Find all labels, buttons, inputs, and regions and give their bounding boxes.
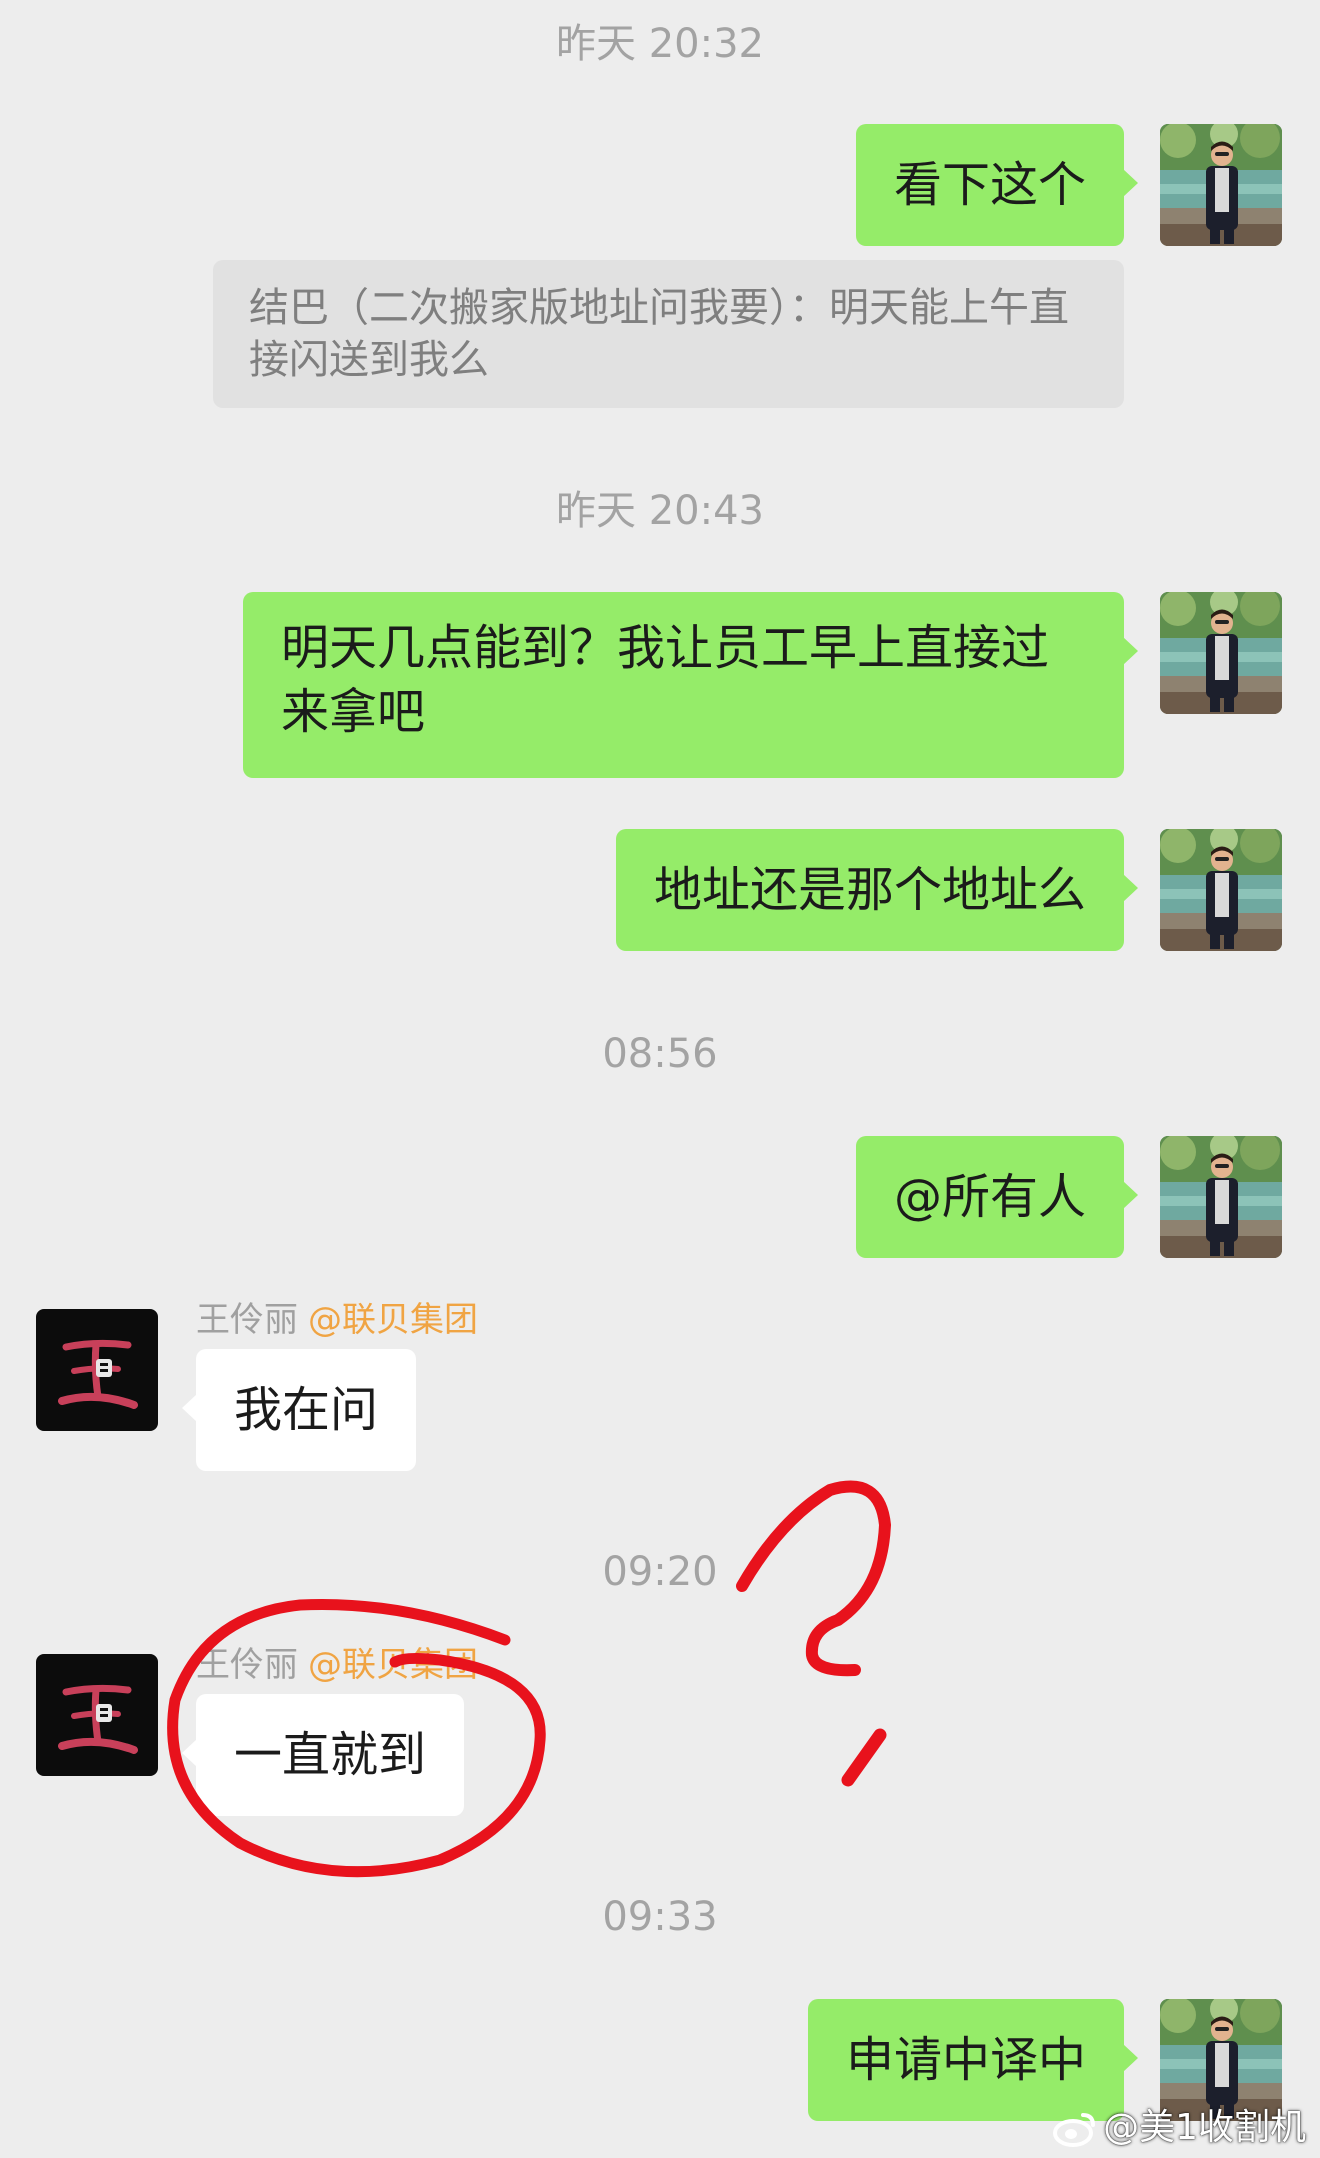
annotation-circle — [167, 1598, 546, 1878]
question-mark-dot — [841, 1728, 887, 1787]
question-mark-stroke — [736, 1480, 892, 1677]
red-annotation-overlay — [167, 1480, 892, 1878]
watermark-text: @美1收割机 — [1103, 2107, 1306, 2148]
weibo-icon — [1053, 2113, 1096, 2147]
watermark: @美1收割机 — [1053, 2106, 1306, 2150]
